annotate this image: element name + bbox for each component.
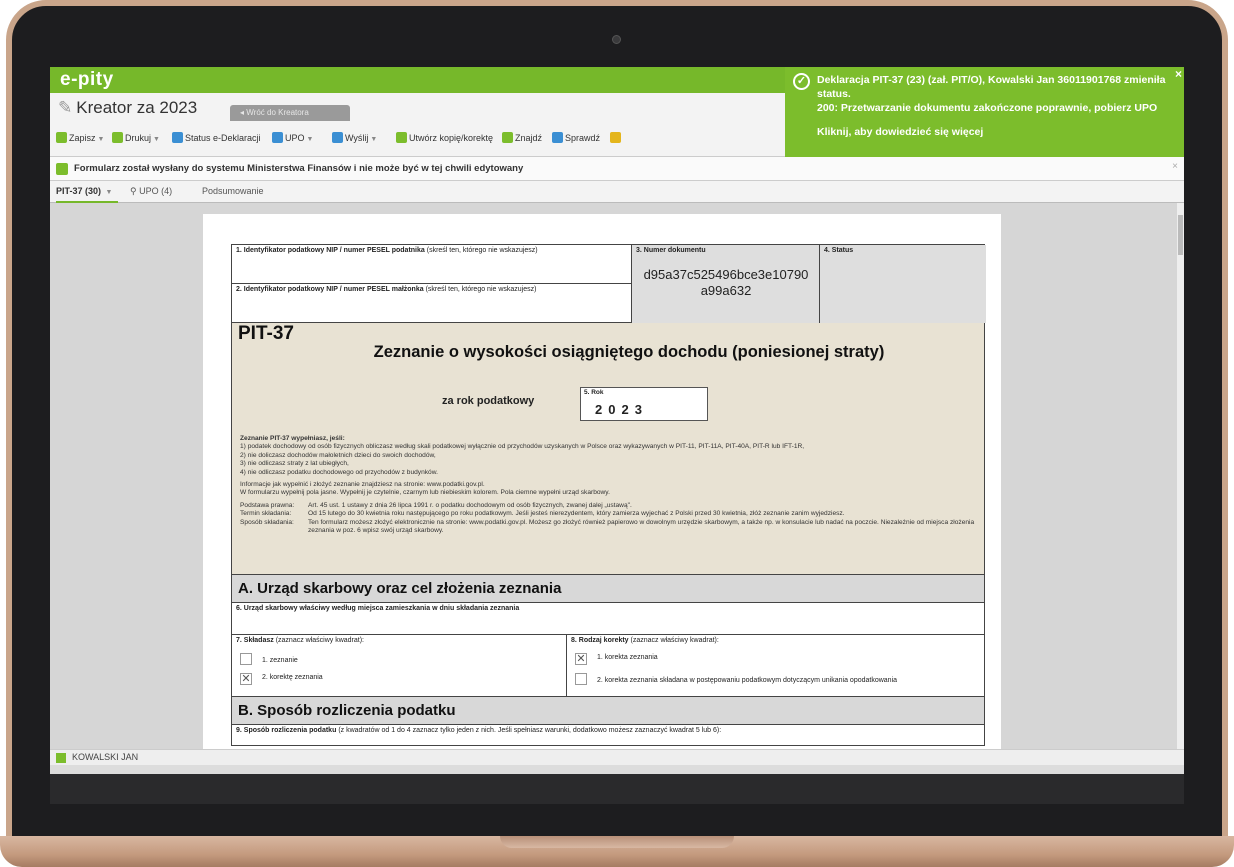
check-circle-icon: ✓ — [793, 73, 810, 90]
search-icon — [502, 132, 513, 143]
form-code: PIT-37 — [238, 323, 294, 344]
globe-icon — [56, 163, 68, 175]
section-a-heading: A. Urząd skarbowy oraz cel złożenia zezn… — [232, 575, 984, 603]
find-button[interactable]: Znajdź — [502, 132, 542, 143]
checkbox[interactable] — [575, 673, 587, 685]
app-window: e-pity ✓ × Deklaracja PIT-37 (23) (zał. … — [50, 67, 1184, 774]
copy-icon — [396, 132, 407, 143]
chevron-down-icon[interactable]: ▼ — [307, 136, 314, 143]
back-to-wizard-tab[interactable]: ◂ Wróć do Kreatora — [230, 105, 350, 121]
tax-year-value: 2023 — [595, 402, 648, 417]
close-icon[interactable]: × — [1175, 67, 1182, 81]
save-button[interactable]: Zapisz ▼ — [56, 132, 104, 143]
laptop-bezel-bottom — [50, 774, 1184, 804]
form-header: 1. Identyfikator podatkowy NIP / numer P… — [232, 245, 986, 356]
chevron-down-icon[interactable]: ▼ — [106, 189, 113, 196]
field-9: 9. Sposób rozliczenia podatku (z kwadrat… — [236, 727, 722, 734]
notification-message: 200: Przetwarzanie dokumentu zakończone … — [817, 102, 1158, 114]
upo-button[interactable]: UPO ▼ — [272, 132, 313, 143]
page-title: ✎ Kreator za 2023 — [58, 98, 198, 117]
form-instructions: Zeznanie PIT-37 wypełniasz, jeśli: 1) po… — [240, 435, 975, 535]
document-tabs: PIT-37 (30) ▼ ⚲ UPO (4) Podsumowanie — [50, 181, 1184, 203]
chevron-down-icon[interactable]: ▼ — [153, 136, 160, 143]
globe-icon — [272, 132, 283, 143]
field-8: 8. Rodzaj korekty (zaznacz właściwy kwad… — [571, 637, 898, 685]
notification-title: Deklaracja PIT-37 (23) (zał. PIT/O), Kow… — [817, 74, 1166, 100]
field-7: 7. Składasz (zaznacz właściwy kwadrat): … — [232, 635, 567, 697]
vertical-scrollbar[interactable] — [1177, 203, 1184, 749]
printer-icon — [112, 132, 123, 143]
globe-icon — [172, 132, 183, 143]
send-icon — [332, 132, 343, 143]
webcam — [612, 35, 621, 44]
tax-year-label: za rok podatkowy — [442, 395, 535, 407]
scrollbar-thumb[interactable] — [1178, 215, 1183, 255]
copy-correction-button[interactable]: Utwórz kopię/korektę — [396, 132, 493, 143]
save-icon — [56, 132, 67, 143]
help-icon — [610, 132, 621, 143]
help-button[interactable] — [610, 132, 623, 143]
info-banner: Formularz został wysłany do systemu Mini… — [50, 157, 1184, 181]
checkbox-checked[interactable]: ✕ — [240, 673, 252, 685]
title-row: ✎ Kreator za 2023 ◂ Wróć do Kreatora — [50, 93, 785, 121]
print-button[interactable]: Drukuj ▼ — [112, 132, 160, 143]
field-6: 6. Urząd skarbowy właściwy według miejsc… — [232, 603, 984, 635]
send-button[interactable]: Wyślij ▼ — [332, 132, 377, 143]
chevron-down-icon[interactable]: ▼ — [370, 136, 377, 143]
status-notification[interactable]: ✓ × Deklaracja PIT-37 (23) (zał. PIT/O),… — [785, 67, 1184, 157]
field-1: 1. Identyfikator podatkowy NIP / numer P… — [232, 245, 632, 284]
form-title: Zeznanie o wysokości osiągniętego dochod… — [373, 343, 885, 361]
checkbox-checked[interactable]: ✕ — [575, 653, 587, 665]
document-number: d95a37c525496bce3e10790 a99a632 — [643, 267, 809, 298]
fields-7-8: 7. Składasz (zaznacz właściwy kwadrat): … — [232, 635, 984, 697]
tab-upo[interactable]: ⚲ UPO (4) — [130, 186, 172, 197]
pit37-form: 1. Identyfikator podatkowy NIP / numer P… — [231, 244, 986, 746]
status-button[interactable]: Status e-Deklaracji — [172, 132, 261, 143]
section-b-heading: B. Sposób rozliczenia podatku — [232, 697, 984, 725]
field-3: 3. Numer dokumentu d95a37c525496bce3e107… — [632, 245, 820, 323]
status-bar: KOWALSKI JAN — [50, 749, 1184, 765]
toolbar: Zapisz ▼ Drukuj ▼ Status e-Deklaracji UPO ▼… — [50, 121, 785, 157]
laptop-hinge-notch — [500, 836, 734, 848]
info-banner-text: Formularz został wysłany do systemu Mini… — [74, 163, 524, 174]
checkbox[interactable] — [240, 653, 252, 665]
current-user: KOWALSKI JAN — [72, 752, 139, 762]
option-7-2[interactable]: ✕ 2. korektę zeznania — [240, 673, 323, 685]
wand-icon: ✎ — [58, 98, 73, 117]
laptop-mockup: e-pity ✓ × Deklaracja PIT-37 (23) (zał. … — [0, 0, 1234, 867]
form-title-block: PIT-37 Zeznanie o wysokości osiągniętego… — [232, 323, 984, 575]
option-7-1[interactable]: 1. zeznanie — [240, 653, 298, 665]
option-8-1[interactable]: ✕ 1. korekta zeznania — [575, 653, 658, 665]
tab-summary[interactable]: Podsumowanie — [202, 186, 264, 196]
notification-more-link[interactable]: Kliknij, aby dowiedzieć się więcej — [817, 125, 1174, 139]
chevron-down-icon[interactable]: ▼ — [98, 136, 105, 143]
paperclip-icon: ⚲ — [130, 186, 140, 196]
check-button[interactable]: Sprawdź — [552, 132, 600, 143]
form-page: 1. Identyfikator podatkowy NIP / numer P… — [203, 214, 1001, 749]
close-icon[interactable]: × — [1172, 161, 1178, 172]
field-2: 2. Identyfikator podatkowy NIP / numer P… — [232, 284, 632, 356]
tab-pit37[interactable]: PIT-37 (30) ▼ — [56, 181, 119, 203]
user-icon — [56, 753, 66, 763]
check-icon — [552, 132, 563, 143]
field-4: 4. Status — [820, 245, 986, 323]
app-logo: e-pity — [60, 69, 114, 90]
option-8-2[interactable]: 2. korekta zeznania składana w postępowa… — [575, 673, 897, 685]
tax-year-field: 5. Rok 2023 — [580, 387, 708, 421]
